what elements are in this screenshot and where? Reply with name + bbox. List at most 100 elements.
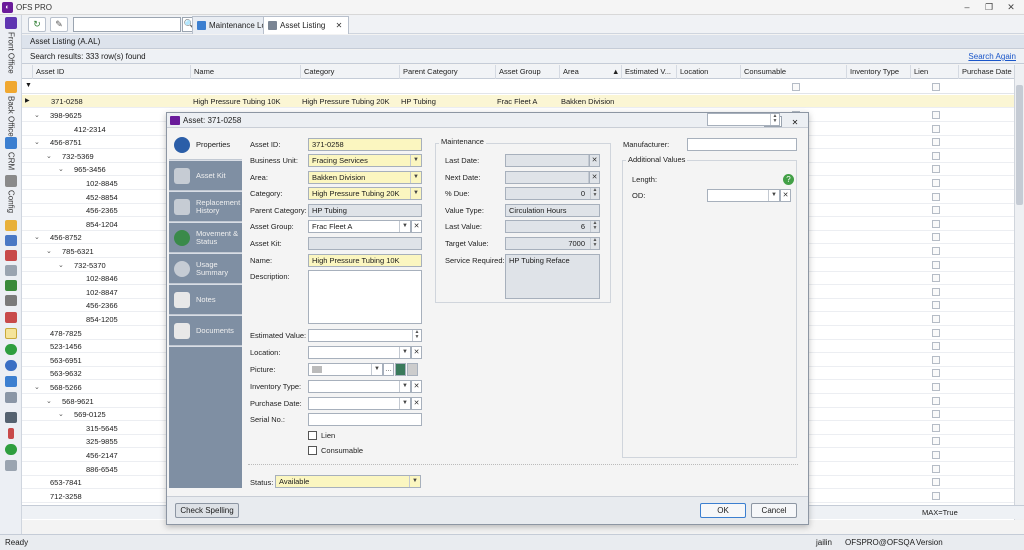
column-header-category[interactable]: Category xyxy=(300,65,399,79)
filter-row[interactable]: ▼ xyxy=(22,80,1024,94)
lien-checkbox[interactable] xyxy=(308,431,317,440)
name-field[interactable]: High Pressure Tubing 10K xyxy=(308,254,422,267)
column-header-inventory-type[interactable]: Inventory Type xyxy=(846,65,910,79)
lien-checkbox[interactable] xyxy=(932,219,940,228)
description-textarea[interactable] xyxy=(308,270,422,324)
expand-chevron-icon[interactable]: ⌄ xyxy=(58,408,64,421)
column-header-purchase-date[interactable]: Purchase Date xyxy=(958,65,1014,79)
purchase-date-field[interactable]: ▼ xyxy=(308,397,411,410)
calculator-icon[interactable] xyxy=(5,392,17,403)
lien-checkbox[interactable] xyxy=(932,287,940,296)
help-icon[interactable] xyxy=(5,444,17,455)
lien-checkbox[interactable] xyxy=(932,437,940,446)
grid-scrollbar[interactable] xyxy=(1014,65,1024,520)
lien-checkbox[interactable] xyxy=(932,124,940,133)
column-header-name[interactable]: Name xyxy=(190,65,300,79)
spreadsheet-icon[interactable] xyxy=(5,280,17,291)
asset-id-field[interactable]: 371-0258 xyxy=(308,138,422,151)
lien-checkbox[interactable] xyxy=(932,410,940,419)
category-select[interactable]: High Pressure Tubing 20K ▼ xyxy=(308,187,422,200)
sidebar-tab-back-office[interactable]: Back Office xyxy=(2,81,20,137)
nav-properties[interactable]: Properties xyxy=(169,130,242,160)
lien-checkbox[interactable] xyxy=(932,423,940,432)
help-icon[interactable]: ? xyxy=(783,174,794,185)
lien-checkbox[interactable] xyxy=(932,383,940,391)
clear-purchase-date-button[interactable]: ✕ xyxy=(411,397,422,410)
expand-chevron-icon[interactable]: ⌄ xyxy=(58,259,64,272)
lien-checkbox[interactable] xyxy=(932,151,940,160)
new-document-icon[interactable] xyxy=(5,220,17,231)
camera-icon[interactable] xyxy=(407,363,418,376)
expand-chevron-icon[interactable]: ⌄ xyxy=(34,109,40,122)
excel-icon[interactable] xyxy=(5,344,17,355)
print-icon[interactable] xyxy=(5,295,17,306)
lien-checkbox[interactable] xyxy=(932,369,940,378)
expand-chevron-icon[interactable]: ⌄ xyxy=(34,381,40,394)
chart-icon[interactable] xyxy=(5,250,17,261)
tools-button[interactable]: ✎ xyxy=(50,17,68,32)
clear-asset-group-button[interactable]: ✕ xyxy=(411,220,422,233)
nav-replacement-history[interactable]: Replacement History xyxy=(169,192,242,222)
lien-checkbox[interactable] xyxy=(932,192,940,201)
consumable-checkbox[interactable] xyxy=(308,446,317,455)
expand-chevron-icon[interactable]: ⌄ xyxy=(34,136,40,149)
check-spelling-button[interactable]: Check Spelling xyxy=(175,503,239,518)
expand-chevron-icon[interactable]: ⌄ xyxy=(46,395,52,408)
tab-close-icon[interactable]: ✕ xyxy=(336,21,343,30)
refresh-button[interactable]: ↻ xyxy=(28,17,46,32)
table-row-selected[interactable]: ▶ 371-0258 High Pressure Tubing 10K High… xyxy=(22,95,1024,108)
lien-checkbox[interactable] xyxy=(932,328,940,337)
grid-icon[interactable] xyxy=(5,235,17,246)
lien-checkbox[interactable] xyxy=(932,233,940,242)
pin-icon[interactable] xyxy=(8,428,14,439)
status-select[interactable]: Available ▼ xyxy=(275,475,421,488)
expand-chevron-icon[interactable]: ⌄ xyxy=(58,163,64,176)
expand-chevron-icon[interactable]: ⌄ xyxy=(46,245,52,258)
lien-checkbox[interactable] xyxy=(932,206,940,215)
nav-documents[interactable]: Documents xyxy=(169,316,242,346)
nav-asset-kit[interactable]: Asset Kit xyxy=(169,161,242,191)
ok-button[interactable]: OK xyxy=(700,503,746,518)
close-button[interactable]: ✕ xyxy=(1000,1,1022,13)
export-icon[interactable] xyxy=(5,376,17,387)
serial-no-field[interactable] xyxy=(308,413,422,426)
column-header-estimated-value[interactable]: Estimated V... xyxy=(621,65,676,79)
picture-field[interactable]: ▼ xyxy=(308,363,383,376)
lien-checkbox[interactable] xyxy=(932,179,940,187)
lien-checkbox[interactable] xyxy=(932,342,940,351)
nav-movement-status[interactable]: Movement & Status xyxy=(169,223,242,253)
filter-consumable-checkbox[interactable] xyxy=(792,83,800,91)
location-select[interactable]: ▼ xyxy=(308,346,411,359)
mail-icon[interactable] xyxy=(5,460,17,471)
copy-icon[interactable] xyxy=(5,265,17,276)
length-field[interactable]: ▲ ▼ xyxy=(707,113,780,126)
lien-checkbox[interactable] xyxy=(932,478,940,487)
estimated-value-field[interactable]: ▲ ▼ xyxy=(308,329,422,342)
search-again-link[interactable]: Search Again xyxy=(968,50,1016,64)
clear-location-button[interactable]: ✕ xyxy=(411,346,422,359)
clear-inventory-type-button[interactable]: ✕ xyxy=(411,380,422,393)
lien-checkbox[interactable] xyxy=(932,274,940,283)
manufacturer-field[interactable] xyxy=(687,138,797,151)
dialog-close-button[interactable]: ✕ xyxy=(786,117,804,128)
column-header-consumable[interactable]: Consumable xyxy=(740,65,846,79)
sidebar-tab-front-office[interactable]: Front Office xyxy=(2,17,20,74)
lien-checkbox[interactable] xyxy=(932,301,940,310)
asset-group-select[interactable]: Frac Fleet A ▼ xyxy=(308,220,411,233)
clear-od-button[interactable]: ✕ xyxy=(780,189,791,202)
search-input[interactable] xyxy=(73,17,181,32)
tab-asset-listing[interactable]: Asset Listing ✕ xyxy=(263,16,350,34)
lien-checkbox[interactable] xyxy=(932,260,940,269)
lien-checkbox[interactable] xyxy=(932,247,940,255)
sidebar-tab-config[interactable]: Config xyxy=(2,175,20,213)
od-select[interactable]: ▼ xyxy=(707,189,780,202)
globe-icon[interactable] xyxy=(5,360,17,371)
lien-checkbox[interactable] xyxy=(932,355,940,364)
minimize-button[interactable]: – xyxy=(956,1,978,13)
lien-checkbox[interactable] xyxy=(932,464,940,473)
nav-notes[interactable]: Notes xyxy=(169,285,242,315)
column-header-asset-id[interactable]: Asset ID xyxy=(32,65,190,79)
lien-checkbox[interactable] xyxy=(932,396,940,405)
lien-checkbox[interactable] xyxy=(932,111,940,119)
list-view-icon[interactable] xyxy=(5,328,17,339)
